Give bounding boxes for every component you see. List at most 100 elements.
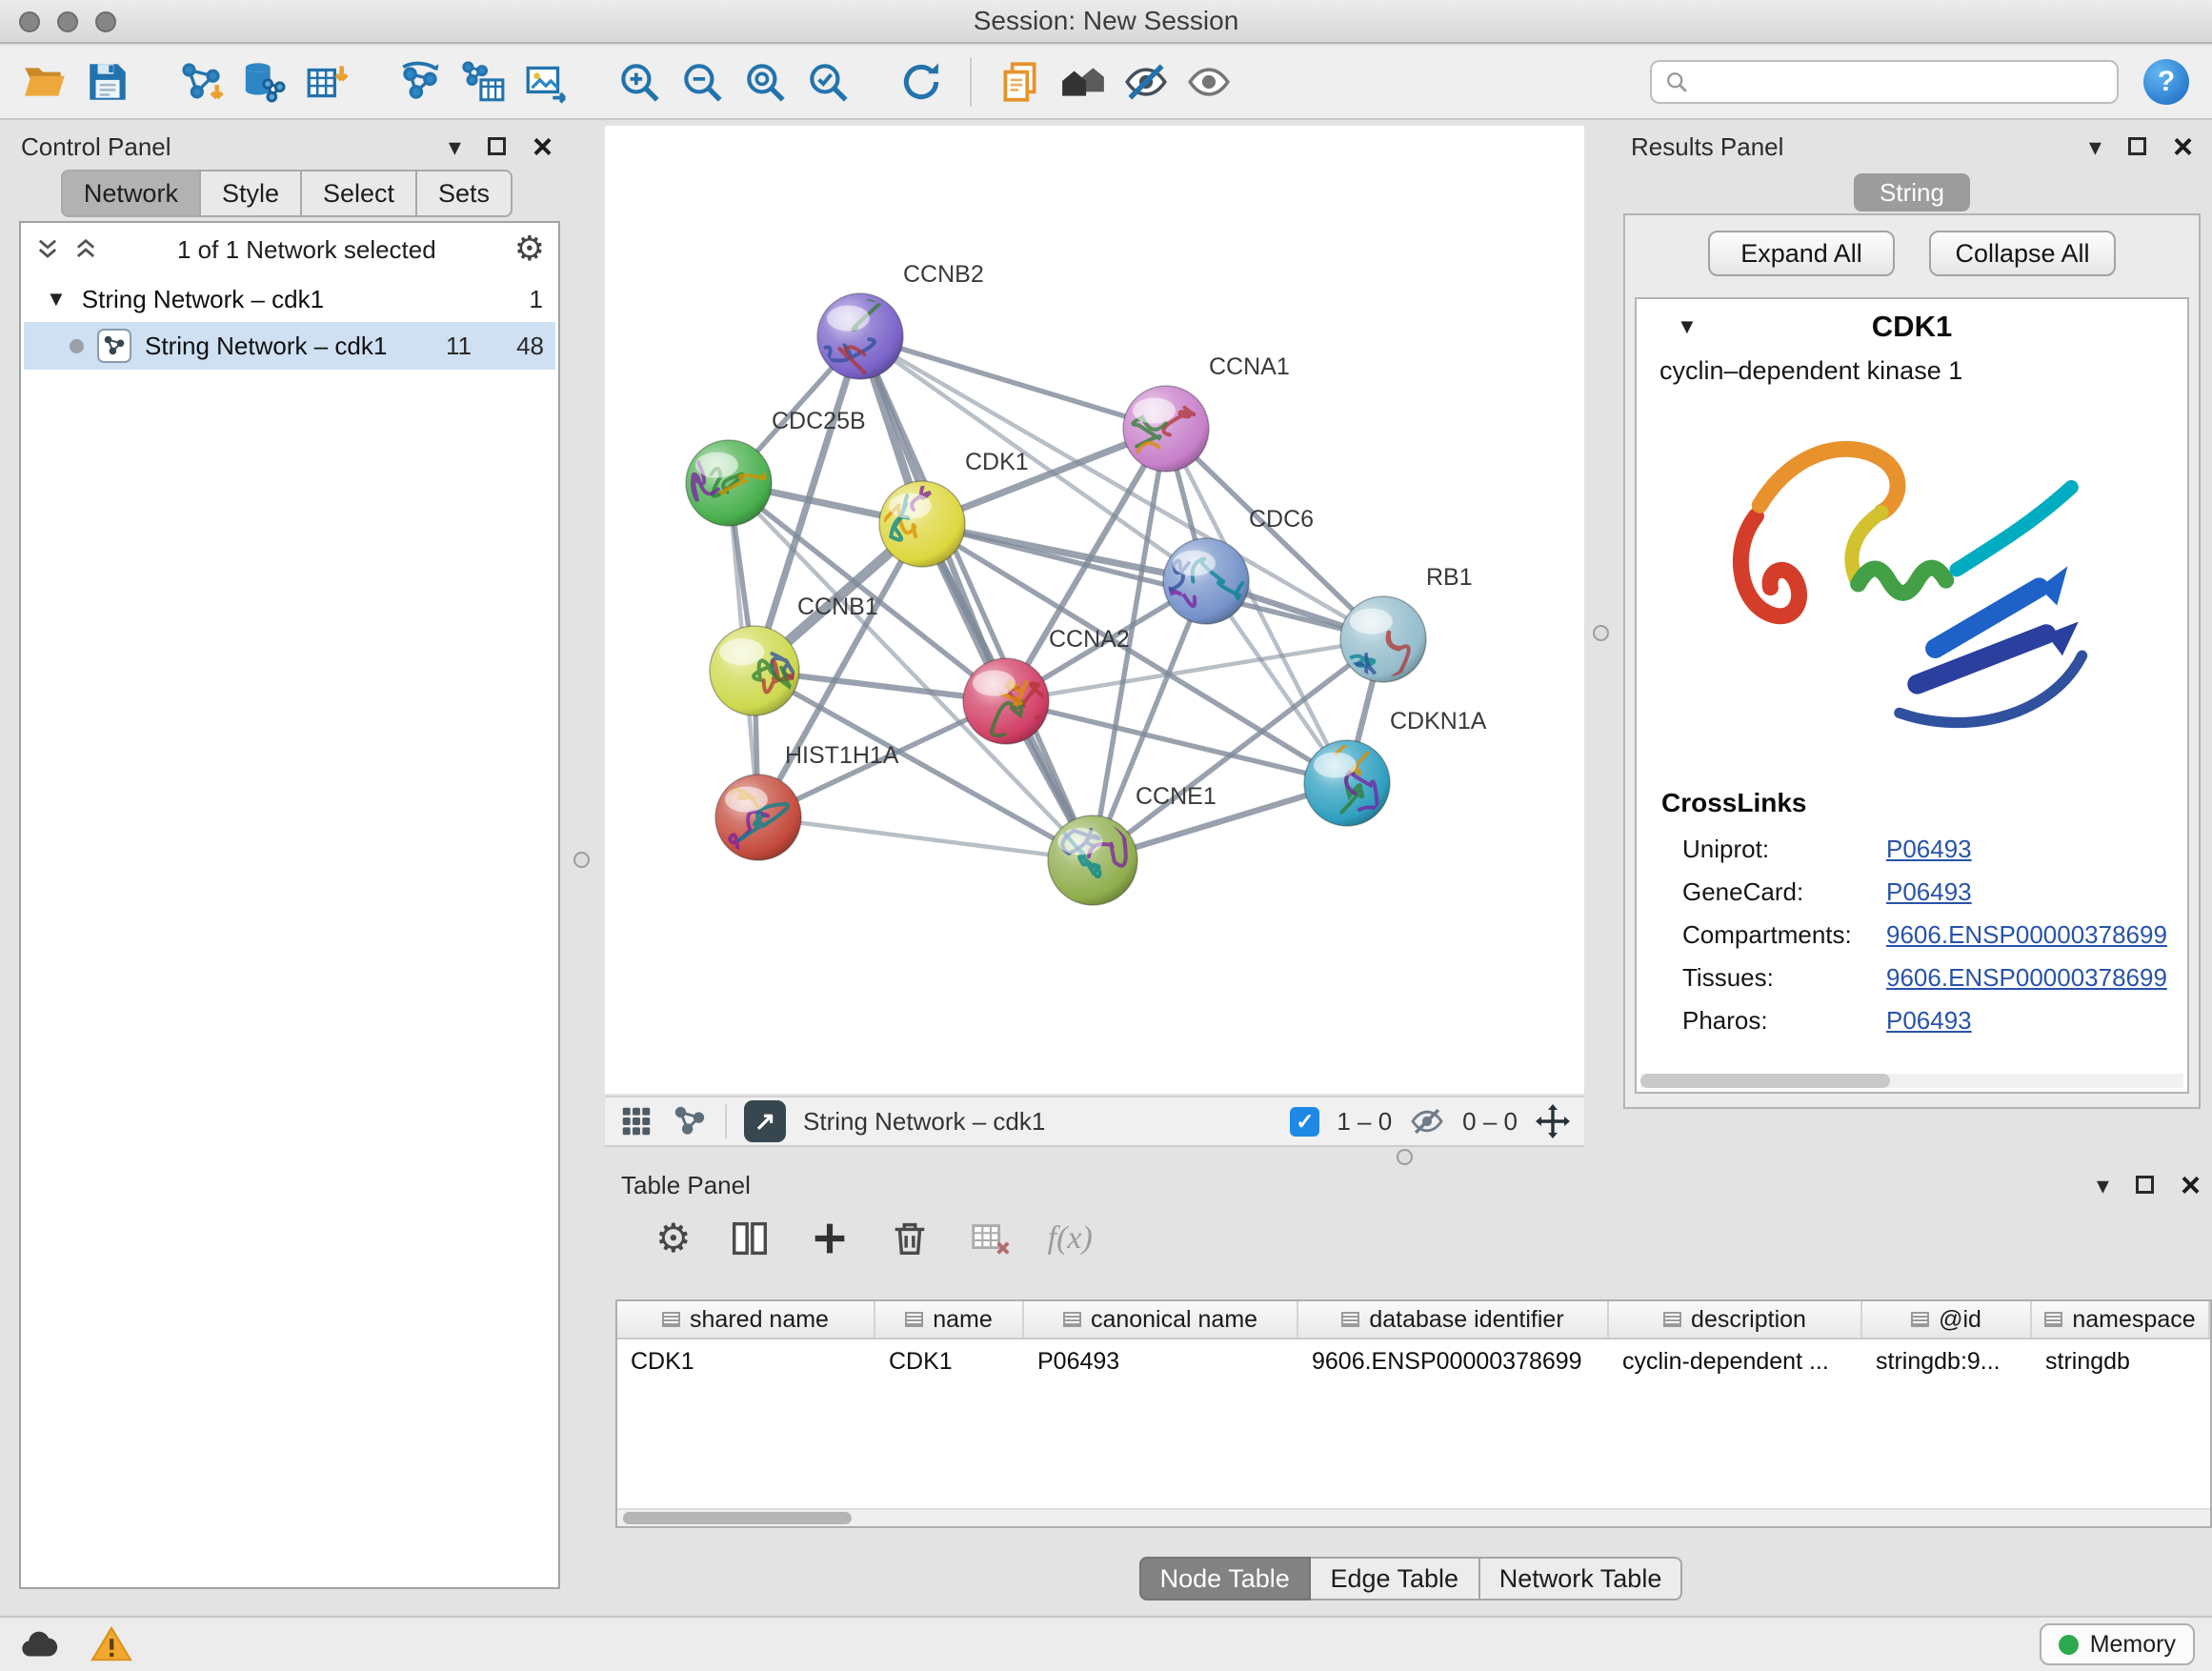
network-edge[interactable]	[758, 817, 1093, 860]
network-node-ccnb1[interactable]: CCNB1	[710, 594, 878, 715]
network-node-ccne1[interactable]: CCNE1	[1048, 783, 1217, 905]
panel-collapse-icon[interactable]: ▾	[2097, 1173, 2109, 1198]
hidden-items-icon[interactable]	[1409, 1103, 1445, 1139]
zoom-selected-button[interactable]	[798, 52, 857, 111]
network-collection-row[interactable]: ▼ String Network – cdk1 1	[21, 276, 558, 322]
genecard-link[interactable]: P06493	[1886, 877, 1972, 907]
add-column-icon[interactable]	[808, 1217, 852, 1260]
tab-network-table[interactable]: Network Table	[1480, 1557, 1683, 1601]
panel-float-icon[interactable]	[2128, 137, 2146, 155]
column-header-id[interactable]: @id	[1862, 1301, 2032, 1338]
window-maximize-button[interactable]	[95, 11, 116, 32]
network-node-hist1h1a[interactable]: HIST1H1A	[715, 742, 899, 860]
expand-all-button[interactable]: Expand All	[1708, 231, 1895, 276]
save-session-button[interactable]	[78, 52, 137, 111]
table-settings-gear-icon[interactable]: ⚙	[655, 1218, 692, 1258]
zoom-out-button[interactable]	[673, 52, 732, 111]
network-graph[interactable]: CCNB2CCNA1CDC25BCDK1CDC6RB1CCNB1CCNA2CDK…	[605, 126, 1584, 1094]
memory-button[interactable]: Memory	[2040, 1623, 2195, 1665]
triangle-down-icon[interactable]: ▼	[1677, 316, 1698, 337]
tab-select[interactable]: Select	[302, 170, 417, 217]
show-all-button[interactable]	[1179, 52, 1238, 111]
zoom-in-button[interactable]	[610, 52, 669, 111]
search-input[interactable]	[1699, 68, 2105, 97]
tab-style[interactable]: Style	[201, 170, 302, 217]
panel-collapse-icon[interactable]: ▾	[2089, 134, 2101, 159]
splitter-handle[interactable]	[1593, 625, 1609, 641]
warnings-button[interactable]	[90, 1622, 133, 1666]
panel-close-icon[interactable]: ×	[2181, 1172, 2201, 1199]
splitter-handle[interactable]	[1397, 1149, 1413, 1165]
cell-id[interactable]: stringdb:9...	[1862, 1348, 2032, 1376]
tissues-link[interactable]: 9606.ENSP00000378699	[1886, 963, 2167, 993]
panel-float-icon[interactable]	[2136, 1176, 2154, 1194]
delete-column-trash-icon[interactable]	[888, 1217, 932, 1260]
help-button[interactable]: ?	[2143, 59, 2189, 105]
expand-all-tree-icon[interactable]	[34, 236, 61, 263]
detach-view-button[interactable]: ↗	[744, 1100, 786, 1142]
pharos-link[interactable]: P06493	[1886, 1006, 1972, 1036]
copy-document-button[interactable]	[991, 52, 1050, 111]
import-table-button[interactable]	[297, 52, 356, 111]
window-minimize-button[interactable]	[57, 11, 78, 32]
network-overview-button[interactable]	[672, 1103, 708, 1139]
uniprot-link[interactable]: P06493	[1886, 835, 1972, 864]
warning-icon	[90, 1622, 133, 1666]
export-image-button[interactable]	[516, 52, 575, 111]
column-header-shared-name[interactable]: shared name	[617, 1301, 875, 1338]
fit-selected-button[interactable]	[1535, 1103, 1571, 1139]
collapse-all-tree-icon[interactable]	[72, 236, 99, 263]
cell-namespace[interactable]: stringdb	[2032, 1348, 2210, 1376]
tab-sets[interactable]: Sets	[417, 170, 513, 217]
cell-canonical-name[interactable]: P06493	[1024, 1348, 1298, 1376]
network-edge[interactable]	[860, 336, 1166, 429]
tab-edge-table[interactable]: Edge Table	[1311, 1557, 1480, 1601]
network-node-ccna1[interactable]: CCNA1	[1110, 353, 1290, 472]
panel-float-icon[interactable]	[488, 137, 506, 155]
table-row[interactable]: CDK1 CDK1 P06493 9606.ENSP00000378699 cy…	[617, 1339, 2210, 1383]
network-canvas[interactable]: CCNB2CCNA1CDC25BCDK1CDC6RB1CCNB1CCNA2CDK…	[605, 126, 1584, 1094]
collapse-all-button[interactable]: Collapse All	[1929, 231, 2116, 276]
panel-collapse-icon[interactable]: ▾	[449, 134, 461, 159]
network-row-selected[interactable]: String Network – cdk1 11 48	[24, 322, 555, 370]
network-node-cdkn1a[interactable]: CDKN1A	[1304, 708, 1487, 826]
hide-selected-button[interactable]	[1116, 52, 1176, 111]
open-session-button[interactable]	[15, 52, 74, 111]
network-edge[interactable]	[860, 336, 1093, 860]
compartments-link[interactable]: 9606.ENSP00000378699	[1886, 920, 2167, 950]
network-from-selection-button[interactable]	[391, 52, 450, 111]
new-table-button[interactable]	[453, 52, 513, 111]
panel-close-icon[interactable]: ×	[2173, 133, 2193, 161]
selected-checkbox-icon[interactable]: ✓	[1290, 1107, 1319, 1137]
home-view-button[interactable]	[1054, 52, 1113, 111]
gear-icon[interactable]: ⚙	[514, 232, 545, 267]
cell-name[interactable]: CDK1	[875, 1348, 1024, 1376]
grid-view-button[interactable]	[618, 1103, 654, 1139]
import-network-file-button[interactable]	[171, 52, 231, 111]
table-horizontal-scrollbar[interactable]	[617, 1508, 2210, 1526]
panel-close-icon[interactable]: ×	[533, 133, 553, 161]
zoom-fit-button[interactable]	[735, 52, 794, 111]
column-header-namespace[interactable]: namespace	[2032, 1301, 2210, 1338]
column-header-description[interactable]: description	[1609, 1301, 1862, 1338]
cell-database-identifier[interactable]: 9606.ENSP00000378699	[1298, 1348, 1609, 1376]
column-header-name[interactable]: name	[875, 1301, 1024, 1338]
horizontal-scrollbar[interactable]	[1640, 1074, 2183, 1088]
refresh-view-button[interactable]	[892, 52, 951, 111]
network-node-cdk1[interactable]: CDK1	[869, 449, 1029, 567]
splitter-handle[interactable]	[573, 852, 590, 868]
cloud-status-button[interactable]	[17, 1622, 61, 1666]
import-network-database-button[interactable]	[234, 52, 293, 111]
column-header-canonical-name[interactable]: canonical name	[1024, 1301, 1298, 1338]
window-close-button[interactable]	[19, 11, 40, 32]
tab-node-table[interactable]: Node Table	[1139, 1557, 1311, 1601]
tab-network[interactable]: Network	[61, 170, 201, 217]
cell-description[interactable]: cyclin-dependent ...	[1609, 1348, 1862, 1376]
string-results-tab[interactable]: String	[1854, 173, 1970, 211]
show-columns-icon[interactable]	[728, 1217, 772, 1260]
triangle-down-icon[interactable]: ▼	[46, 289, 67, 310]
column-header-database-identifier[interactable]: database identifier	[1298, 1301, 1609, 1338]
network-node-rb1[interactable]: RB1	[1340, 564, 1473, 689]
cell-shared-name[interactable]: CDK1	[617, 1348, 875, 1376]
grid-icon	[618, 1103, 654, 1139]
